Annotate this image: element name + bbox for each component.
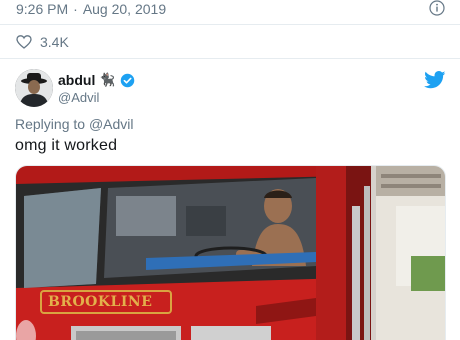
replying-to-handle[interactable]: @Advil <box>89 116 134 132</box>
truck-logo-text: BROOKLINE <box>48 294 153 310</box>
info-icon[interactable] <box>429 0 445 16</box>
cat-emoji: 🐈‍⬛ <box>99 72 116 87</box>
tweet-timestamp[interactable]: 9:26 PM · Aug 20, 2019 <box>16 0 166 18</box>
author-name: abdul <box>58 72 96 88</box>
tweet-date: Aug 20, 2019 <box>82 1 167 17</box>
replying-to-prefix: Replying to <box>15 116 86 132</box>
tweet-time: 9:26 PM <box>16 1 69 17</box>
divider <box>0 24 460 25</box>
timestamp-separator: · <box>73 1 78 17</box>
replying-to: Replying to @Advil <box>15 116 134 132</box>
divider <box>0 58 460 59</box>
avatar-image <box>15 69 53 107</box>
heart-icon <box>16 35 32 49</box>
author-handle[interactable]: @Advil <box>58 90 99 105</box>
twitter-bird-icon[interactable] <box>424 71 446 89</box>
like-action[interactable]: 3.4K <box>16 33 69 51</box>
fire-truck-photo <box>16 166 445 340</box>
tweet-text: omg it worked <box>15 137 118 154</box>
verified-badge-icon <box>120 73 134 87</box>
like-count: 3.4K <box>40 34 69 50</box>
tweet-media-photo[interactable]: BROOKLINE <box>15 165 446 340</box>
author-name-row[interactable]: abdul 🐈‍⬛ <box>58 72 135 88</box>
avatar[interactable] <box>15 69 53 107</box>
